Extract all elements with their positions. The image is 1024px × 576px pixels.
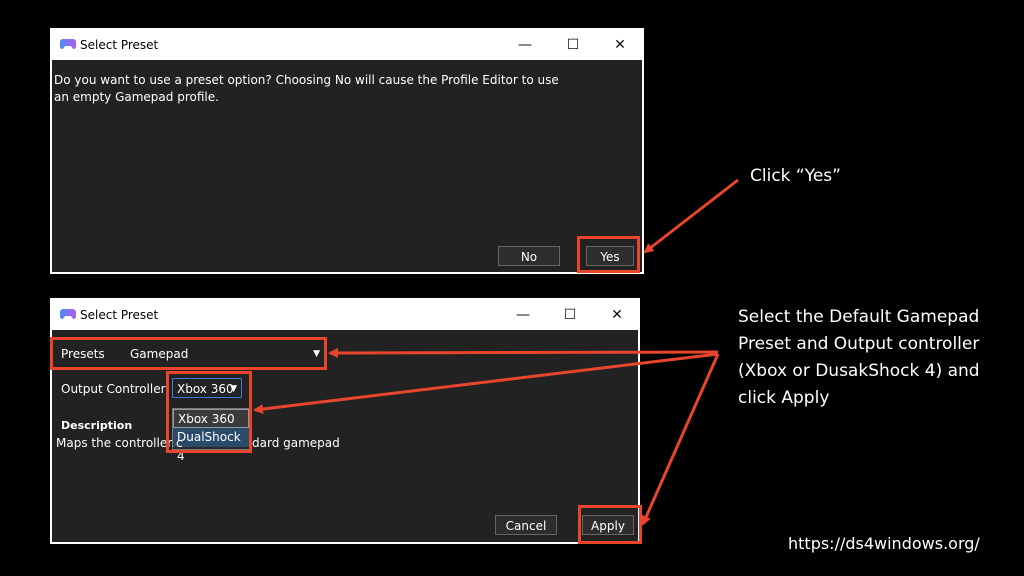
close-icon[interactable]: ✕ (604, 303, 630, 327)
select-preset-dialog-1: Select Preset — ☐ ✕ Do you want to use a… (50, 28, 644, 274)
arrow-to-apply (641, 353, 720, 526)
minimize-icon[interactable]: — (510, 303, 536, 327)
window-title: Select Preset (80, 308, 159, 322)
window-title: Select Preset (80, 38, 159, 52)
arrow-to-yes (643, 178, 739, 254)
minimize-icon[interactable]: — (512, 33, 538, 57)
title-bar[interactable]: Select Preset — ☐ ✕ (52, 300, 638, 330)
select-default-instruction: Select the Default Gamepad Preset and Ou… (738, 307, 980, 408)
yes-highlight-box (577, 236, 640, 273)
output-controller-label: Output Controller: (61, 382, 170, 396)
cancel-button[interactable]: Cancel (495, 515, 557, 535)
close-icon[interactable]: ✕ (607, 33, 633, 57)
source-url: https://ds4windows.org/ (788, 534, 980, 553)
description-label: Description (61, 419, 133, 432)
description-text: Maps the controller c (56, 436, 183, 450)
dialog-message: Do you want to use a preset option? Choo… (54, 73, 559, 104)
gamepad-icon (60, 308, 76, 323)
title-bar[interactable]: Select Preset — ☐ ✕ (52, 30, 642, 60)
no-button[interactable]: No (498, 246, 560, 266)
select-preset-dialog-2: Select Preset — ☐ ✕ Presets Gamepad ▼ Ou… (50, 298, 640, 544)
maximize-icon[interactable]: ☐ (560, 33, 586, 57)
click-yes-instruction: Click “Yes” (750, 166, 841, 186)
apply-highlight-box (578, 505, 642, 544)
output-controller-highlight-box (166, 371, 252, 453)
description-text-tail: dard gamepad (252, 436, 340, 450)
gamepad-icon (60, 38, 76, 53)
maximize-icon[interactable]: ☐ (557, 303, 583, 327)
presets-highlight-box (50, 337, 327, 370)
